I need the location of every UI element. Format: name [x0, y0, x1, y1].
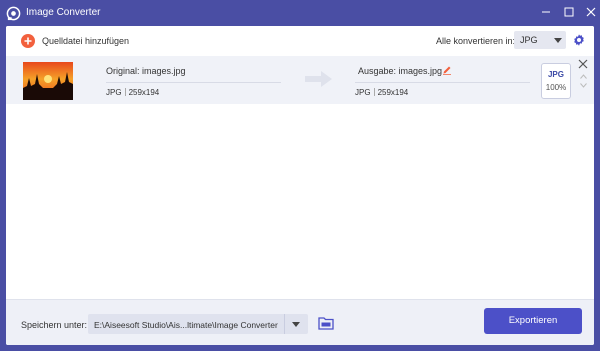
output-size: 259x194	[377, 88, 409, 97]
save-path-dropdown[interactable]	[284, 314, 308, 334]
plus-icon	[24, 37, 32, 45]
close-icon[interactable]	[578, 59, 588, 69]
folder-icon[interactable]	[318, 316, 334, 330]
chevron-down-icon[interactable]	[580, 83, 587, 88]
toolbar: Quelldatei hinzufügen Alle konvertieren …	[6, 26, 594, 56]
window-title: Image Converter	[26, 7, 101, 18]
convert-all-label: Alle konvertieren in:	[436, 36, 516, 46]
close-icon	[586, 7, 596, 17]
app-window: Image Converter Quelldatei hinzufügen Al…	[0, 0, 600, 351]
original-size: 259x194	[128, 88, 160, 97]
minimize-icon	[542, 11, 550, 13]
save-path-select[interactable]: E:\Aiseesoft Studio\Ais...ltimate\Image …	[88, 314, 308, 334]
output-meta: JPG 259x194	[355, 88, 408, 97]
main-content: Quelldatei hinzufügen Alle konvertieren …	[6, 26, 594, 345]
chevron-down-icon	[292, 322, 300, 327]
image-thumbnail	[23, 62, 73, 100]
file-row[interactable]: Original: images.jpg JPG 259x194 Ausgabe:…	[6, 56, 594, 104]
close-button[interactable]	[582, 4, 600, 22]
divider	[106, 82, 281, 83]
original-meta: JPG 259x194	[106, 88, 159, 97]
app-logo-icon	[6, 6, 21, 21]
badge-format: JPG	[547, 70, 564, 79]
maximize-button[interactable]	[560, 4, 578, 22]
add-source-label[interactable]: Quelldatei hinzufügen	[42, 36, 129, 46]
divider	[355, 82, 530, 83]
badge-quality: 100%	[545, 83, 567, 92]
save-to-label: Speichern unter:	[21, 320, 88, 330]
convert-all-format-select[interactable]: JPG	[514, 31, 566, 49]
title-bar[interactable]: Image Converter	[0, 0, 600, 26]
edit-icon[interactable]	[442, 65, 452, 75]
minimize-button[interactable]	[537, 4, 555, 22]
original-filename: Original: images.jpg	[106, 66, 186, 76]
output-filename: Ausgabe: images.jpg	[358, 66, 443, 76]
gear-icon[interactable]	[572, 33, 586, 47]
meta-separator	[373, 88, 375, 96]
chevron-up-icon[interactable]	[580, 74, 587, 79]
chevron-down-icon	[554, 38, 562, 43]
arrow-right-icon	[305, 71, 332, 87]
output-format-badge[interactable]: JPG 100%	[541, 63, 571, 99]
add-source-button[interactable]	[21, 34, 35, 48]
original-format: JPG	[106, 88, 122, 97]
save-path-value: E:\Aiseesoft Studio\Ais...ltimate\Image …	[94, 320, 278, 330]
convert-all-format-value: JPG	[520, 35, 538, 45]
footer: Speichern unter: E:\Aiseesoft Studio\Ais…	[6, 299, 594, 345]
maximize-icon	[564, 7, 574, 17]
output-format: JPG	[355, 88, 371, 97]
export-button[interactable]: Exportieren	[484, 308, 582, 334]
meta-separator	[124, 88, 126, 96]
